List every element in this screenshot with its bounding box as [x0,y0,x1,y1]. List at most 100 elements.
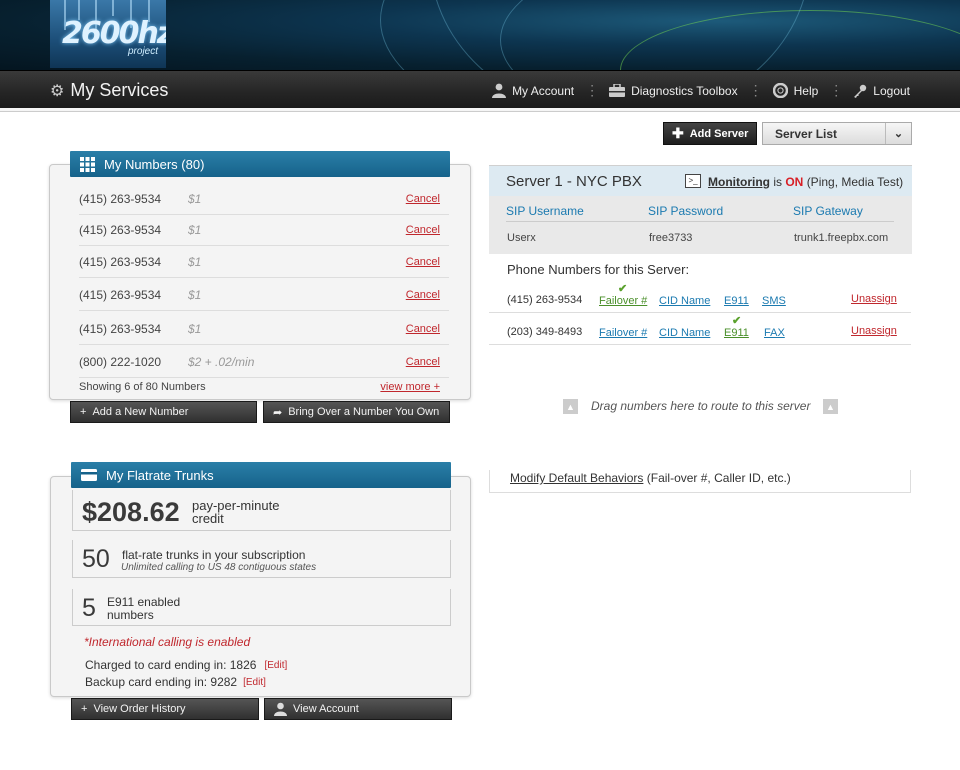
nav-help[interactable]: Help [772,83,818,98]
nav-diagnostics-label: Diagnostics Toolbox [631,83,738,98]
server-number-row: (415) 263-9534 ✔ Failover # CID Name E91… [489,283,911,313]
fax-link[interactable]: FAX [764,327,785,339]
cancel-link[interactable]: Cancel [406,224,440,236]
user-icon [492,83,507,98]
add-server-label: Add Server [689,127,749,140]
number-phone: (415) 263-9534 [79,254,162,269]
user-icon [274,702,287,716]
view-order-history-label: View Order History [93,703,186,715]
grid-icon [80,156,95,172]
e911-label-line2: numbers [107,608,154,622]
cancel-link[interactable]: Cancel [406,289,440,301]
add-number-button[interactable]: + Add a New Number [70,401,257,423]
number-row: (415) 263-9534 $1 Cancel [79,279,449,311]
server-title-bar: Server 1 - NYC PBX >_ Monitoring is ON (… [489,166,912,196]
number-phone: (800) 222-1020 [79,354,162,369]
edit-charged-card-link[interactable]: [Edit] [264,660,287,671]
number-price: $2 + .02/min [188,354,255,369]
checkmark-icon: ✔ [618,283,628,295]
number-price: $1 [188,321,202,336]
nav-menu: My Account ⋮ Diagnostics Toolbox ⋮ Help … [492,82,910,99]
add-server-button[interactable]: ✚ Add Server [663,122,757,145]
sip-divider [506,221,894,222]
unassign-link[interactable]: Unassign [851,293,897,305]
nav-diagnostics[interactable]: Diagnostics Toolbox [609,84,738,98]
number-price: $1 [188,222,202,237]
server-card: Server 1 - NYC PBX >_ Monitoring is ON (… [489,165,912,254]
cancel-link[interactable]: Cancel [406,193,440,205]
server-list-select[interactable]: Server List ⌄ [762,122,912,145]
unassign-link[interactable]: Unassign [851,325,897,337]
nav-separator: ⋮ [829,82,843,98]
backup-card-label: Backup card ending in: 9282 [85,675,238,689]
intl-notice: *International calling is enabled [84,635,251,649]
sip-username-value: Userx [507,232,536,244]
arrow-up-icon: ▲ [563,399,578,414]
e911-link[interactable]: E911 [724,327,749,339]
credit-value: $208.62 [82,497,180,527]
server-number-phone: (203) 349-8493 [507,326,583,338]
nav-my-account[interactable]: My Account [492,83,574,98]
nav-logout-label: Logout [873,83,910,98]
key-icon [854,84,867,98]
page-title-group: ⚙ My Services [50,80,168,101]
sms-link[interactable]: SMS [762,295,786,307]
edit-backup-card-link[interactable]: [Edit] [243,677,266,688]
cancel-link[interactable]: Cancel [406,356,440,368]
credit-label: pay-per-minute credit [192,499,279,525]
number-phone: (415) 263-9534 [79,287,162,302]
nav-logout[interactable]: Logout [853,84,910,98]
server-number-row: (203) 349-8493 Failover # CID Name ✔ E91… [489,315,911,345]
cancel-link[interactable]: Cancel [406,256,440,268]
number-phone: (415) 263-9534 [79,222,162,237]
number-row: (415) 263-9534 $1 Cancel [79,214,449,246]
view-more-link[interactable]: view more + [380,381,440,393]
sip-password-value: free3733 [649,232,693,244]
server-numbers-title: Phone Numbers for this Server: [507,262,690,277]
nav-separator: ⋮ [585,82,599,98]
number-price: $1 [188,254,202,269]
backup-card-row: Backup card ending in: 9282 [Edit] [85,675,266,689]
numbers-panel-header: My Numbers (80) [70,151,450,177]
numbers-footer: Showing 6 of 80 Numbers view more + [79,377,449,397]
number-row: (415) 263-9534 $1 Cancel [79,246,449,278]
e911-value: 5 [82,594,96,622]
charged-card-label: Charged to card ending in: 1826 [85,658,257,672]
showing-count: Showing 6 of 80 Numbers [79,381,206,393]
cid-name-link[interactable]: CID Name [659,295,710,307]
sip-gateway-header: SIP Gateway [793,204,863,218]
checkmark-icon: ✔ [732,315,742,327]
monitoring-status: Monitoring is ON (Ping, Media Test) [708,175,903,189]
arrow-up-icon: ▲ [823,399,838,414]
modify-defaults-row: Modify Default Behaviors (Fail-over #, C… [510,471,791,485]
e911-label: E911 enabled numbers [107,596,180,622]
failover-link[interactable]: Failover # [599,295,647,307]
cid-name-link[interactable]: CID Name [659,327,710,339]
cancel-link[interactable]: Cancel [406,323,440,335]
view-order-history-button[interactable]: + View Order History [71,698,259,720]
terminal-icon: >_ [685,174,701,188]
plus-icon: + [81,703,88,715]
trunks-box: 50 flat-rate trunks in your subscription… [72,540,451,578]
monitoring-link[interactable]: Monitoring [708,175,770,189]
toolbox-icon [609,84,626,97]
top-navbar: ⚙ My Services My Account ⋮ Diagnostics T… [0,70,960,108]
drag-hint: Drag numbers here to route to this serve… [591,399,811,413]
bring-number-button[interactable]: ➦ Bring Over a Number You Own [263,401,450,423]
e911-link[interactable]: E911 [724,295,749,307]
lifebuoy-icon [772,83,788,98]
modify-defaults-link[interactable]: Modify Default Behaviors [510,471,643,485]
trunks-label: flat-rate trunks in your subscription [122,548,306,562]
modify-defaults-box: Modify Default Behaviors (Fail-over #, C… [489,470,911,493]
chevron-down-icon: ⌄ [885,123,911,144]
trunks-panel-title: My Flatrate Trunks [106,467,214,483]
nav-my-account-label: My Account [512,83,575,98]
view-account-label: View Account [293,703,359,715]
logo[interactable]: 2600hz project [50,0,166,68]
failover-link[interactable]: Failover # [599,327,647,339]
monitoring-is: is [773,175,782,189]
monitoring-detail: (Ping, Media Test) [806,175,904,189]
e911-box: 5 E911 enabled numbers [72,589,451,626]
view-account-button[interactable]: View Account [264,698,452,720]
number-price: $1 [188,191,202,206]
